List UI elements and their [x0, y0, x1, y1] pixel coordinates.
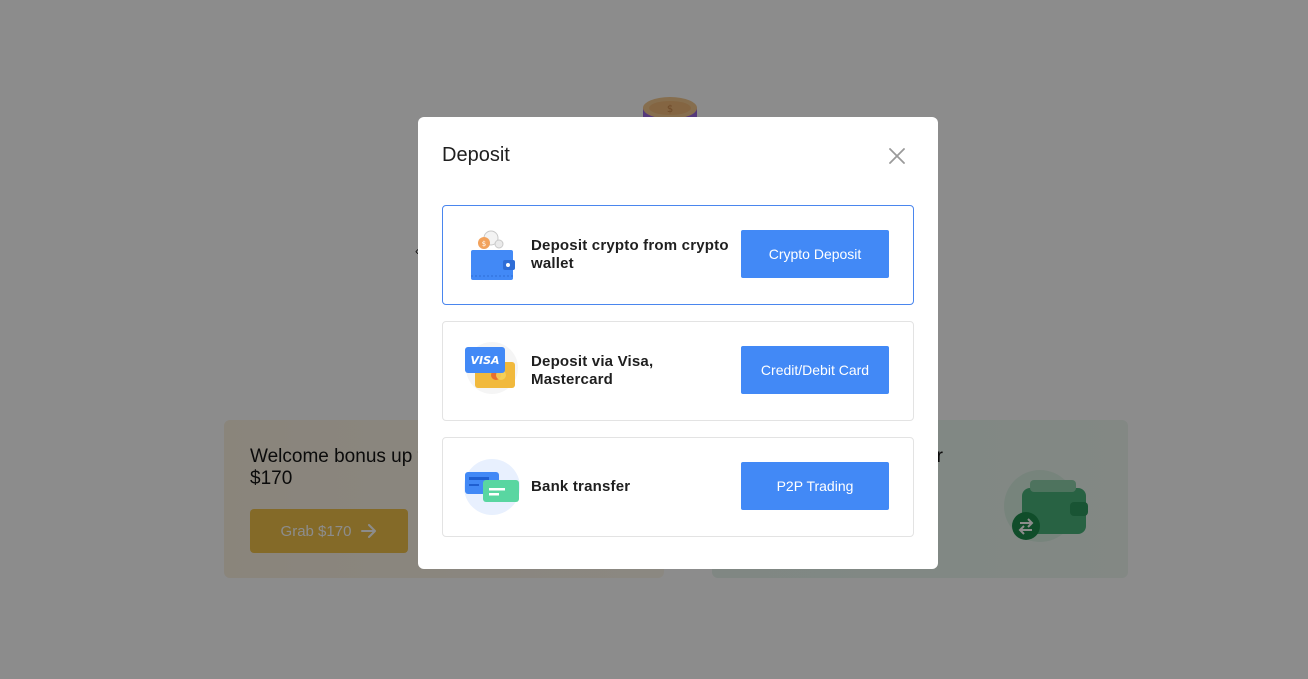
crypto-wallet-icon: $ — [471, 230, 515, 280]
credit-debit-card-button[interactable]: Credit/Debit Card — [741, 346, 889, 394]
deposit-modal: Deposit $ Deposit crypto from crypto wal… — [418, 117, 938, 569]
deposit-option-crypto[interactable]: $ Deposit crypto from crypto wallet Cryp… — [442, 205, 914, 305]
deposit-option-card[interactable]: VISA Deposit via Visa, Mastercard Credit… — [442, 321, 914, 421]
crypto-option-label: Deposit crypto from crypto wallet — [531, 237, 729, 272]
p2p-trading-button[interactable]: P2P Trading — [741, 462, 889, 510]
bank-option-label: Bank transfer — [531, 478, 631, 495]
deposit-option-bank[interactable]: Bank transfer P2P Trading — [442, 437, 914, 537]
visa-mastercard-icon: VISA — [465, 342, 518, 394]
card-option-label: Deposit via Visa, Mastercard — [531, 353, 654, 388]
modal-title: Deposit — [442, 144, 510, 166]
bank-card-icon — [464, 459, 520, 515]
close-icon — [889, 148, 905, 164]
crypto-deposit-button[interactable]: Crypto Deposit — [741, 230, 889, 278]
close-button[interactable] — [882, 141, 912, 171]
svg-text:VISA: VISA — [470, 354, 499, 367]
svg-text:$: $ — [482, 240, 486, 248]
